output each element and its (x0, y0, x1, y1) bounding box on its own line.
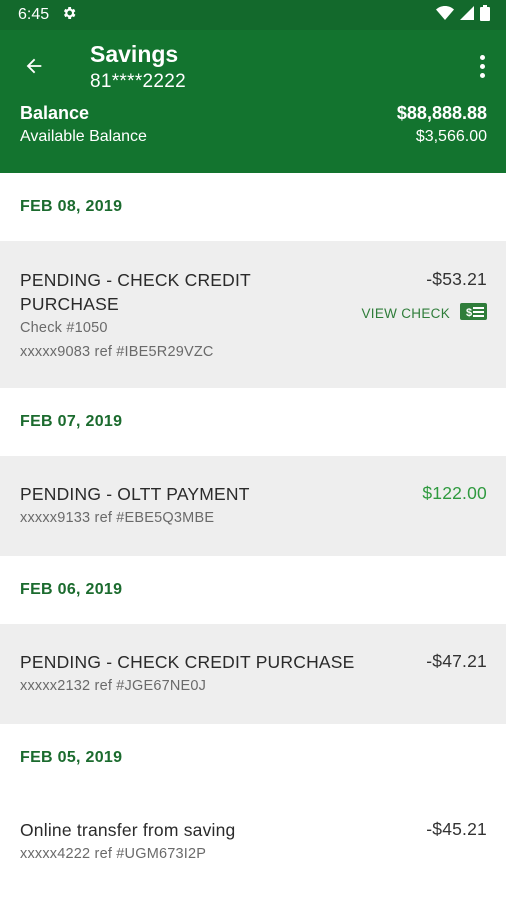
transaction-description: PENDING - CHECK CREDIT PURCHASE (20, 652, 355, 672)
date-label: FEB 08, 2019 (20, 198, 123, 215)
transaction-list: FEB 08, 2019 PENDING - CHECK CREDIT PURC… (0, 173, 506, 892)
status-time: 6:45 (18, 6, 50, 23)
status-bar: 6:45 (0, 0, 506, 30)
transaction-item[interactable]: PENDING - OLTT PAYMENT xxxxx9133 ref #EB… (0, 456, 506, 556)
wifi-icon (436, 5, 454, 25)
transaction-ref: xxxxx4222 ref #UGM673I2P (20, 846, 207, 862)
balance-label: Balance (20, 103, 90, 123)
view-check-button[interactable]: VIEW CHECK $ (361, 303, 487, 323)
date-header: FEB 06, 2019 (0, 556, 506, 624)
battery-icon (480, 4, 490, 26)
transaction-item[interactable]: Online transfer from saving xxxxx4222 re… (0, 792, 506, 892)
svg-text:$: $ (466, 307, 472, 319)
available-balance-row: Available Balance $3,566.00 (20, 128, 487, 146)
settings-gear-icon (61, 5, 77, 26)
date-header: FEB 05, 2019 (0, 724, 506, 792)
balance-row: Balance $88,888.88 (20, 103, 487, 124)
page-title: Savings (90, 41, 179, 67)
transaction-ref: xxxxx9133 ref #EBE5Q3MBE (20, 510, 215, 526)
available-balance-value: $3,566.00 (415, 128, 487, 145)
date-label: FEB 07, 2019 (20, 413, 123, 430)
more-vert-icon[interactable] (474, 52, 490, 80)
back-arrow-icon[interactable] (18, 50, 50, 82)
check-image-icon: $ (460, 303, 487, 323)
transaction-description: Online transfer from saving (20, 820, 236, 840)
balance-value: $88,888.88 (396, 103, 487, 123)
transaction-description: PENDING - CHECK CREDIT (20, 270, 251, 290)
available-balance-label: Available Balance (20, 128, 147, 145)
signal-icon (460, 5, 474, 25)
transaction-ref: xxxxx9083 ref #IBE5R29VZC (20, 344, 214, 360)
transaction-ref: xxxxx2132 ref #JGE67NE0J (20, 678, 207, 694)
account-number: 81****2222 (90, 71, 186, 92)
transaction-item[interactable]: PENDING - CHECK CREDIT PURCHASE Check #1… (0, 241, 506, 388)
transaction-amount: $122.00 (422, 483, 487, 503)
transaction-amount: -$47.21 (426, 651, 487, 671)
date-label: FEB 06, 2019 (20, 581, 123, 598)
transaction-amount: -$45.21 (426, 819, 487, 839)
transaction-amount: -$53.21 (426, 269, 487, 289)
view-check-label: VIEW CHECK (361, 305, 450, 321)
account-header: Savings 81****2222 Balance $88,888.88 Av… (0, 30, 506, 173)
date-label: FEB 05, 2019 (20, 749, 123, 766)
transaction-description: PENDING - OLTT PAYMENT (20, 484, 250, 504)
transaction-item[interactable]: PENDING - CHECK CREDIT PURCHASE xxxxx213… (0, 624, 506, 724)
date-header: FEB 08, 2019 (0, 173, 506, 241)
date-header: FEB 07, 2019 (0, 388, 506, 456)
